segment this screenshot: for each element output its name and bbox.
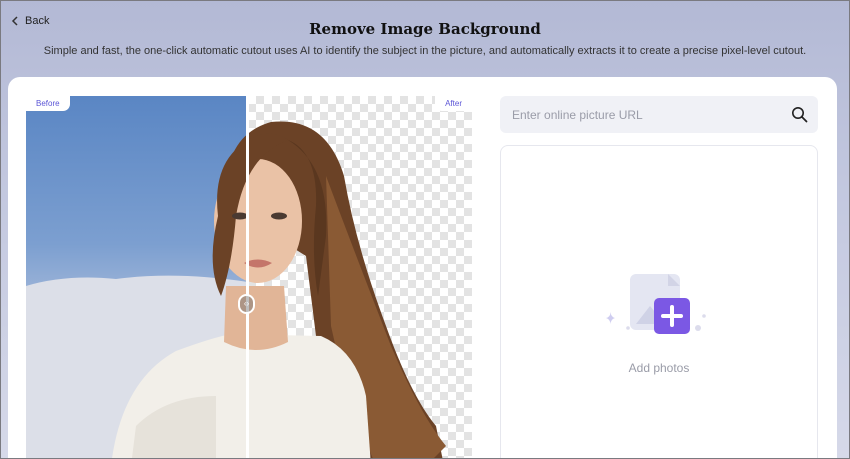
before-after-comparison[interactable]: ‹› Before After	[26, 96, 472, 458]
portrait-photo	[112, 121, 446, 458]
add-photo-icon[interactable]	[604, 272, 714, 342]
page-title: Remove Image Background	[309, 20, 541, 38]
after-tag: After	[435, 96, 472, 111]
url-input-field[interactable]	[500, 96, 818, 133]
url-input[interactable]	[500, 96, 792, 133]
search-icon[interactable]	[791, 106, 808, 123]
compare-slider-icon[interactable]: ‹›	[238, 294, 255, 314]
main-card: ‹› Before After Enter online picture URL…	[8, 77, 837, 458]
page-subtitle: Simple and fast, the one-click automatic…	[43, 45, 807, 57]
app-window: Back Remove Image Background Simple and …	[0, 0, 850, 459]
add-photos-label: Add photos	[628, 361, 690, 375]
before-tag: Before	[26, 96, 70, 111]
photo-drop-zone[interactable]: Add photos	[500, 145, 818, 458]
compare-divider	[246, 96, 249, 458]
